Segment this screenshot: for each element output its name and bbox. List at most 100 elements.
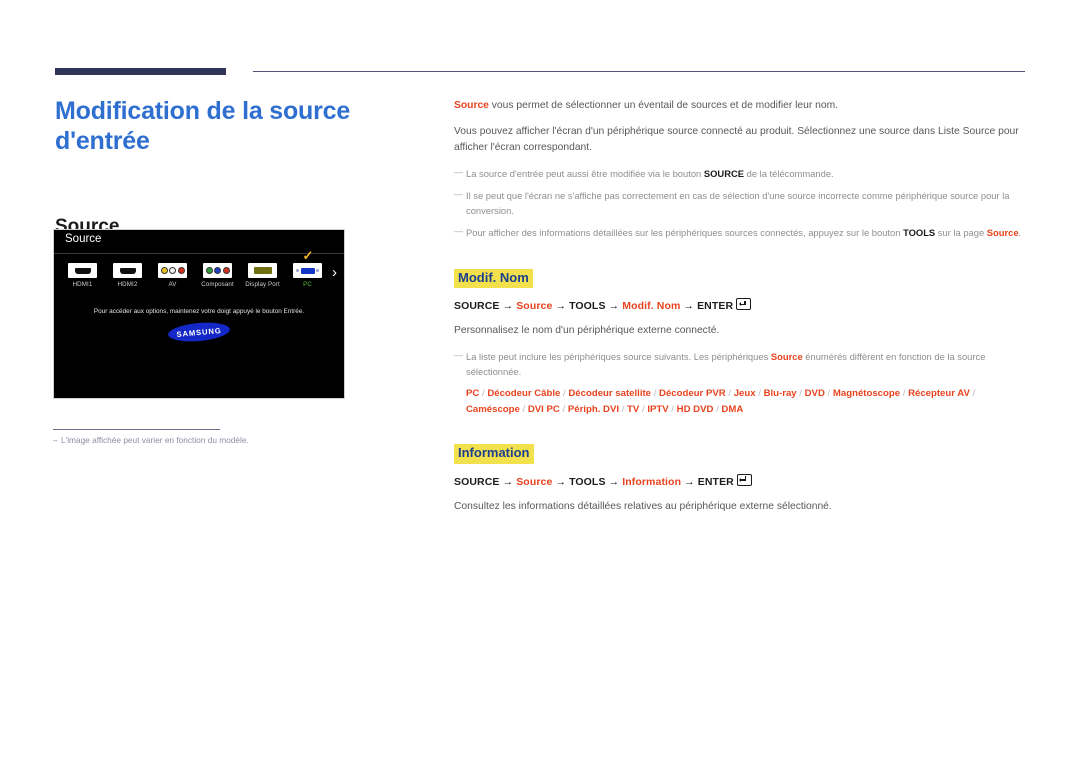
device-type: DVD xyxy=(804,388,825,400)
right-column: Source vous permet de sélectionner un év… xyxy=(454,98,1026,525)
device-separator: / xyxy=(519,403,528,415)
tv-source-screenshot: Source HDMI1 HDMI2 AV Composant Display … xyxy=(53,229,345,399)
device-separator: / xyxy=(725,388,734,400)
enter-key-icon xyxy=(736,298,752,311)
samsung-logo-text: SAMSUNG xyxy=(176,325,222,339)
note-3-text-c: sur la page xyxy=(935,227,987,238)
device-type-list: PC / Décodeur Câble / Décodeur satellite… xyxy=(454,386,1026,417)
path-part-enter: ENTER xyxy=(697,475,734,488)
device-type: Décodeur satellite xyxy=(568,388,652,400)
intro-paragraph-2: Vous pouvez afficher l'écran d'un périph… xyxy=(454,125,1019,153)
page-title: Modification de la source d'entrée xyxy=(55,97,351,155)
heading-information: Information xyxy=(454,444,534,464)
note-incorrect-source: Il se peut que l'écran ne s'affiche pas … xyxy=(454,187,1026,218)
header-rule-thick xyxy=(55,68,226,75)
arrow-glyph: → xyxy=(555,475,567,488)
note-3-bold: TOOLS xyxy=(903,227,936,238)
device-separator: / xyxy=(900,388,909,400)
source-label: HDMI2 xyxy=(117,281,138,288)
device-separator: / xyxy=(668,403,677,415)
path-part-modif-nom: Modif. Nom xyxy=(622,300,681,313)
source-item-displayport[interactable]: Display Port xyxy=(240,260,285,288)
source-item-pc[interactable]: ✓ PC xyxy=(285,249,330,288)
device-separator: / xyxy=(969,388,976,400)
path-part-source-button: SOURCE xyxy=(454,300,500,313)
source-label: Display Port xyxy=(245,281,280,288)
path-part-source: Source xyxy=(516,475,553,488)
note-1-bold: SOURCE xyxy=(703,167,744,179)
device-type: PC xyxy=(466,388,480,400)
device-separator: / xyxy=(651,388,660,400)
vga-port-icon xyxy=(293,263,322,278)
enter-key-icon xyxy=(736,473,752,486)
source-label: PC xyxy=(303,281,312,288)
source-label: Composant xyxy=(201,281,234,288)
device-type: IPTV xyxy=(647,403,669,415)
device-type: HD DVD xyxy=(676,403,714,415)
hdmi-port-icon xyxy=(68,263,97,278)
device-type: Décodeur PVR xyxy=(659,388,726,400)
heading-modif-nom: Modif. Nom xyxy=(454,269,533,289)
source-label: HDMI1 xyxy=(72,281,93,288)
menu-path-information: SOURCE → Source → TOOLS → Information → … xyxy=(454,473,1026,488)
device-type: Récepteur AV xyxy=(908,388,970,400)
arrow-glyph: → xyxy=(608,300,620,313)
figure-note-text: L'image affichée peut varier en fonction… xyxy=(61,435,249,445)
path-part-tools: TOOLS xyxy=(569,300,606,313)
arrow-glyph: → xyxy=(683,300,695,313)
note-dash: – xyxy=(53,435,58,445)
device-type: DMA xyxy=(721,403,744,415)
note-device-list: La liste peut inclure les périphériques … xyxy=(454,348,1026,379)
information-description: Consultez les informations détaillées re… xyxy=(454,500,832,512)
arrow-glyph: → xyxy=(502,475,514,488)
menu-path-modif-nom: SOURCE → Source → TOOLS → Modif. Nom → E… xyxy=(454,298,1026,312)
device-type: Périph. DVI xyxy=(567,403,620,415)
device-type: TV xyxy=(627,403,640,415)
chevron-right-icon[interactable]: › xyxy=(332,260,337,284)
intro-paragraph-1: Source vous permet de sélectionner un év… xyxy=(454,98,1026,114)
note-1-text-c: de la télécommande. xyxy=(744,167,834,179)
source-keyword: Source xyxy=(454,100,489,111)
note-1-text-a: La source d'entrée peut aussi être modif… xyxy=(466,167,704,179)
device-type: Caméscope xyxy=(466,403,520,415)
device-separator: / xyxy=(796,388,805,400)
tv-screen-header: Source xyxy=(54,230,344,254)
device-type: DVI PC xyxy=(527,403,560,415)
av-rca-port-icon xyxy=(158,263,187,278)
source-item-av[interactable]: AV xyxy=(150,260,195,288)
tv-screen-title: Source xyxy=(65,233,102,245)
path-part-information: Information xyxy=(622,475,682,488)
arrow-glyph: → xyxy=(608,475,620,488)
device-type: Magnétoscope xyxy=(832,388,901,400)
displayport-port-icon xyxy=(248,263,277,278)
figure-note-rule xyxy=(53,429,220,430)
note-3-source-keyword: Source xyxy=(986,227,1019,238)
device-separator: / xyxy=(619,403,628,415)
note-source-button: La source d'entrée peut aussi être modif… xyxy=(454,165,1026,181)
source-item-hdmi1[interactable]: HDMI1 xyxy=(60,260,105,288)
samsung-logo: SAMSUNG xyxy=(167,319,231,344)
modif-note-text-a: La liste peut inclure les périphériques … xyxy=(466,351,771,363)
hdmi-port-icon xyxy=(113,263,142,278)
arrow-glyph: → xyxy=(555,300,567,313)
arrow-glyph: → xyxy=(502,300,514,313)
device-type: Jeux xyxy=(733,388,756,400)
intro-1-text: vous permet de sélectionner un éventail … xyxy=(488,100,839,111)
device-type: Décodeur Câble xyxy=(487,388,561,400)
source-list-strip[interactable]: HDMI1 HDMI2 AV Composant Display Port ✓ … xyxy=(54,249,344,304)
modif-note-source-keyword: Source xyxy=(770,351,803,363)
device-type: Blu-ray xyxy=(763,388,797,400)
device-separator: / xyxy=(755,388,764,400)
note-3-text-a: Pour afficher des informations détaillée… xyxy=(466,227,904,238)
device-separator: / xyxy=(559,403,568,415)
source-label: AV xyxy=(168,281,177,288)
note-3-text-e: . xyxy=(1018,227,1022,238)
arrow-glyph: → xyxy=(684,475,695,488)
header-rule-thin xyxy=(253,71,1025,72)
path-part-source-button: SOURCE xyxy=(454,475,500,488)
figure-note: – L'image affichée peut varier en fonctio… xyxy=(53,434,393,446)
path-part-enter: ENTER xyxy=(697,300,734,313)
source-item-hdmi2[interactable]: HDMI2 xyxy=(105,260,150,288)
device-separator: / xyxy=(824,388,833,400)
source-item-composant[interactable]: Composant xyxy=(195,260,240,288)
